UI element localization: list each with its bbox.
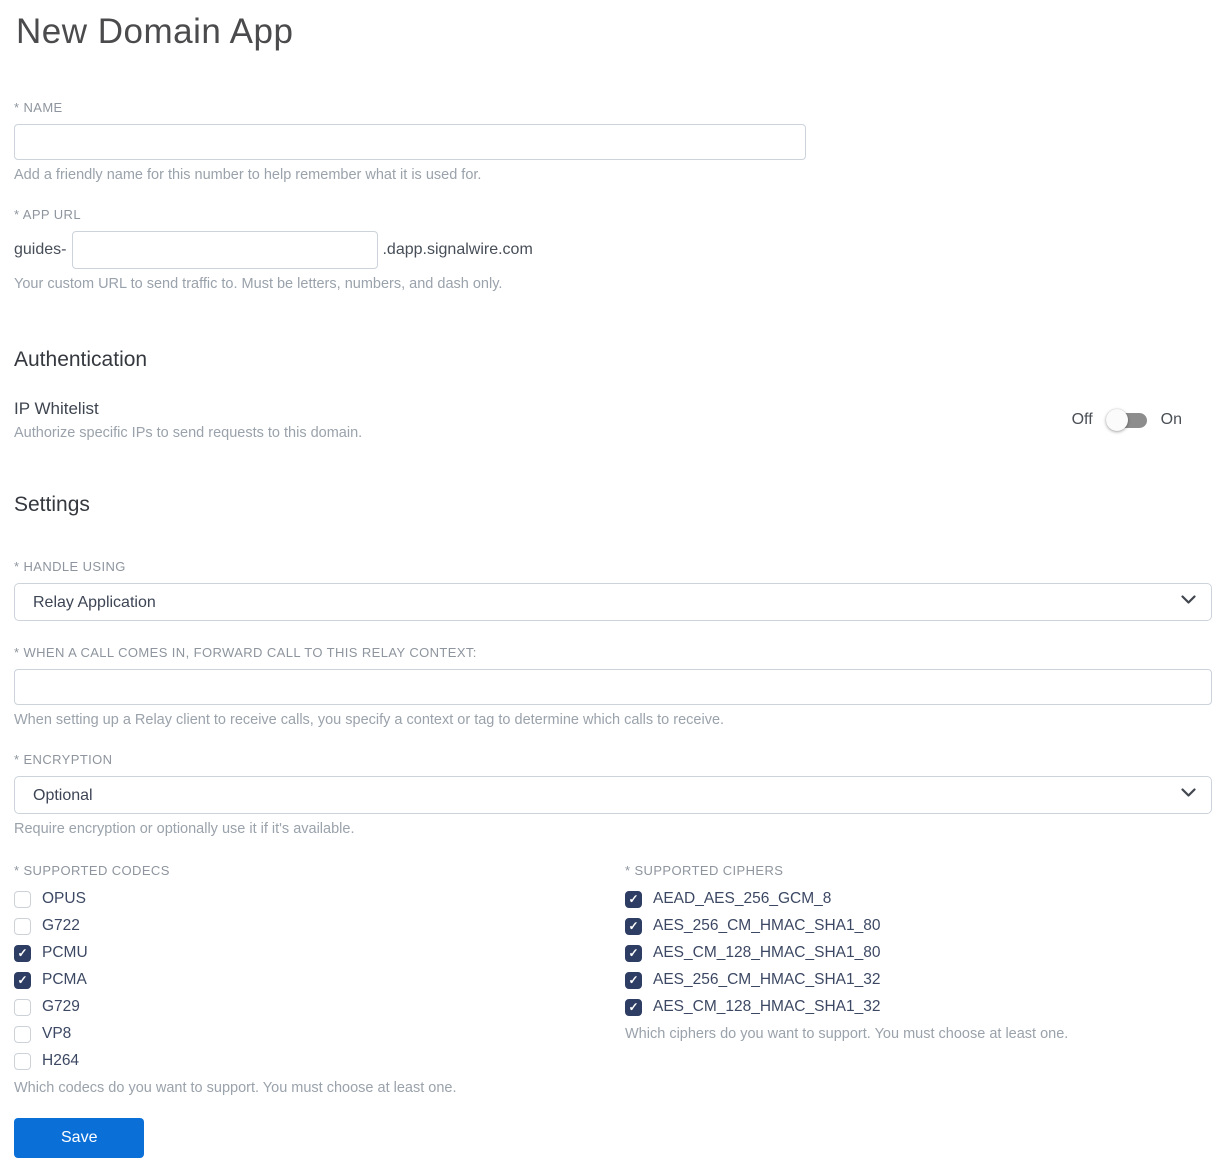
name-input[interactable] <box>14 124 806 160</box>
checkbox-checked-icon[interactable] <box>14 944 31 962</box>
codec-option-VP8[interactable]: VP8 <box>14 1025 625 1043</box>
cipher-option-AES_CM_128_HMAC_SHA1_80[interactable]: AES_CM_128_HMAC_SHA1_80 <box>625 944 1212 962</box>
name-field-group: * NAME Add a friendly name for this numb… <box>14 100 1212 183</box>
app-url-input[interactable] <box>72 231 379 269</box>
checkbox-checked-icon[interactable] <box>14 971 31 989</box>
checkbox-checked-icon[interactable] <box>625 971 642 989</box>
name-label: * NAME <box>14 100 63 115</box>
checkbox-checked-icon[interactable] <box>625 890 642 908</box>
handle-using-label: * HANDLE USING <box>14 559 126 574</box>
codec-option-OPUS[interactable]: OPUS <box>14 890 625 908</box>
codec-option-label: PCMU <box>42 944 88 961</box>
codec-option-PCMU[interactable]: PCMU <box>14 944 625 962</box>
encryption-group: * ENCRYPTION Optional Require encryption… <box>14 752 1212 837</box>
checkbox-unchecked-icon[interactable] <box>14 1052 31 1070</box>
toggle-thumb-icon <box>1105 409 1128 431</box>
codec-option-label: PCMA <box>42 971 87 988</box>
checkbox-unchecked-icon[interactable] <box>14 917 31 935</box>
checkbox-checked-icon[interactable] <box>625 944 642 962</box>
supported-codecs-group: * SUPPORTED CODECS OPUS G722 PCMU PCMA G729 V… <box>14 863 625 1096</box>
app-url-suffix: .dapp.signalwire.com <box>382 241 533 258</box>
app-url-helper: Your custom URL to send traffic to. Must… <box>14 276 503 292</box>
ip-whitelist-toggle[interactable] <box>1105 409 1148 431</box>
checkbox-unchecked-icon[interactable] <box>14 890 31 908</box>
cipher-option-label: AES_CM_128_HMAC_SHA1_80 <box>653 944 881 961</box>
cipher-option-label: AEAD_AES_256_GCM_8 <box>653 890 832 907</box>
app-url-field-group: * APP URL guides- .dapp.signalwire.com Y… <box>14 207 1212 292</box>
cipher-option-label: AES_CM_128_HMAC_SHA1_32 <box>653 998 881 1015</box>
codec-option-G729[interactable]: G729 <box>14 998 625 1016</box>
cipher-option-label: AES_256_CM_HMAC_SHA1_80 <box>653 917 881 934</box>
checkbox-checked-icon[interactable] <box>625 998 642 1016</box>
encryption-helper: Require encryption or optionally use it … <box>14 821 355 837</box>
checkbox-unchecked-icon[interactable] <box>14 998 31 1016</box>
relay-context-input[interactable] <box>14 669 1212 705</box>
codec-option-label: G722 <box>42 917 80 934</box>
supported-codecs-list: OPUS G722 PCMU PCMA G729 VP8 H264 <box>14 890 625 1070</box>
toggle-on-label: On <box>1160 411 1182 428</box>
codec-option-label: OPUS <box>42 890 86 907</box>
codec-option-label: VP8 <box>42 1025 72 1042</box>
supported-ciphers-list: AEAD_AES_256_GCM_8 AES_256_CM_HMAC_SHA1_8… <box>625 890 1212 1016</box>
app-url-label: * APP URL <box>14 207 81 222</box>
ip-whitelist-helper: Authorize specific IPs to send requests … <box>14 425 363 441</box>
codec-option-G722[interactable]: G722 <box>14 917 625 935</box>
checkbox-checked-icon[interactable] <box>625 917 642 935</box>
name-helper: Add a friendly name for this number to h… <box>14 167 482 183</box>
codec-option-H264[interactable]: H264 <box>14 1052 625 1070</box>
cipher-option-label: AES_256_CM_HMAC_SHA1_32 <box>653 971 881 988</box>
supported-ciphers-label: * SUPPORTED CIPHERS <box>625 863 784 878</box>
checkbox-unchecked-icon[interactable] <box>14 1025 31 1043</box>
toggle-off-label: Off <box>1071 411 1093 428</box>
ciphers-helper: Which ciphers do you want to support. Yo… <box>625 1026 1069 1042</box>
supported-codecs-label: * SUPPORTED CODECS <box>14 863 170 878</box>
codec-option-label: G729 <box>42 998 80 1015</box>
page-title: New Domain App <box>16 12 294 51</box>
codec-option-PCMA[interactable]: PCMA <box>14 971 625 989</box>
encryption-label: * ENCRYPTION <box>14 752 113 767</box>
app-url-row: guides- .dapp.signalwire.com <box>14 231 1212 269</box>
settings-section: Settings * HANDLE USING Relay Applicatio… <box>14 493 1212 1158</box>
settings-heading: Settings <box>14 493 90 516</box>
authentication-heading: Authentication <box>14 348 148 371</box>
app-url-prefix: guides- <box>14 241 67 258</box>
codecs-helper: Which codecs do you want to support. You… <box>14 1080 457 1096</box>
cipher-option-AES_256_CM_HMAC_SHA1_80[interactable]: AES_256_CM_HMAC_SHA1_80 <box>625 917 1212 935</box>
handle-using-select[interactable]: Relay Application <box>14 583 1212 621</box>
ip-whitelist-toggle-group: Off On <box>1072 409 1182 431</box>
save-button[interactable]: Save <box>14 1118 145 1158</box>
handle-using-group: * HANDLE USING Relay Application <box>14 559 1212 621</box>
ip-whitelist-text: IP Whitelist Authorize specific IPs to s… <box>14 399 362 441</box>
relay-context-label: * WHEN A CALL COMES IN, FORWARD CALL TO … <box>14 645 477 660</box>
ip-whitelist-label: IP Whitelist <box>14 399 99 418</box>
relay-context-helper: When setting up a Relay client to receiv… <box>14 712 725 728</box>
ip-whitelist-row: IP Whitelist Authorize specific IPs to s… <box>14 399 1212 441</box>
supported-ciphers-group: * SUPPORTED CIPHERS AEAD_AES_256_GCM_8AE… <box>625 863 1212 1096</box>
new-domain-app-page: New Domain App * NAME Add a friendly nam… <box>0 0 1230 1172</box>
codecs-ciphers-columns: * SUPPORTED CODECS OPUS G722 PCMU PCMA G729 V… <box>14 863 1212 1096</box>
encryption-select[interactable]: Optional <box>14 776 1212 814</box>
authentication-section: Authentication IP Whitelist Authorize sp… <box>14 348 1212 441</box>
cipher-option-AES_256_CM_HMAC_SHA1_32[interactable]: AES_256_CM_HMAC_SHA1_32 <box>625 971 1212 989</box>
cipher-option-AEAD_AES_256_GCM_8[interactable]: AEAD_AES_256_GCM_8 <box>625 890 1212 908</box>
codec-option-label: H264 <box>42 1052 80 1069</box>
relay-context-group: * WHEN A CALL COMES IN, FORWARD CALL TO … <box>14 645 1212 728</box>
cipher-option-AES_CM_128_HMAC_SHA1_32[interactable]: AES_CM_128_HMAC_SHA1_32 <box>625 998 1212 1016</box>
